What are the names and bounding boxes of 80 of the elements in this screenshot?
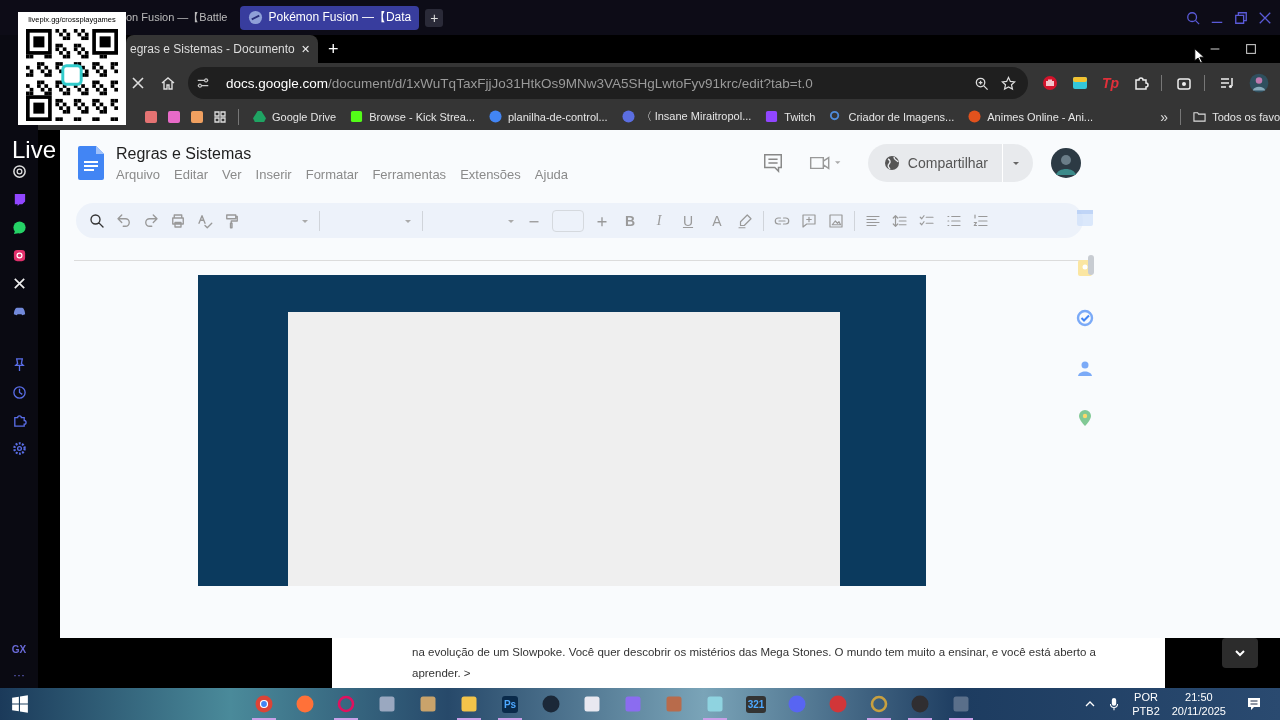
media-icon[interactable] (1219, 75, 1236, 91)
add-comment-icon[interactable] (800, 211, 818, 230)
twitch-logo-icon (765, 110, 779, 123)
gx-badge[interactable]: GX (11, 644, 27, 655)
extension-icon[interactable] (1072, 75, 1088, 91)
apps-grid-icon[interactable] (214, 110, 226, 123)
tab-title: egras e Sistemas - Documento (130, 42, 295, 56)
brand-text: Live (12, 136, 57, 164)
comment-icon[interactable] (761, 152, 784, 174)
tasks-icon[interactable] (1075, 308, 1095, 328)
user-avatar[interactable] (1051, 148, 1081, 178)
paint-roller-icon[interactable] (223, 211, 241, 230)
new-tab-button[interactable]: + (328, 38, 339, 60)
menu-item[interactable]: Inserir (255, 166, 292, 182)
bookmark[interactable]: Google Drive (253, 110, 337, 123)
notification-icon[interactable] (1246, 696, 1262, 712)
paragraph-line: aprender. > (412, 666, 472, 681)
close-icon[interactable] (1258, 10, 1272, 25)
globe-icon (883, 155, 900, 171)
new-tab-button[interactable]: + (425, 8, 444, 27)
maximize-icon[interactable] (1244, 42, 1258, 56)
bookmark[interactable]: Browse - Kick Strea... (350, 110, 475, 123)
bookmark-icon[interactable] (168, 110, 180, 123)
highlighter-icon[interactable] (736, 211, 754, 230)
paragraph-line: na evolução de um Slowpoke. Você quer descobrir os mistérios das Mega Stones. O mundo tem muito a ensinar, e você está aberto a (412, 645, 1097, 660)
clock-icon[interactable] (11, 385, 27, 400)
chatbot-icon[interactable] (11, 164, 27, 179)
whatsapp-icon[interactable] (11, 220, 27, 235)
input-language[interactable]: POR PTB2 (1132, 690, 1160, 718)
undo-icon[interactable] (115, 211, 133, 230)
chrome-app-icon (254, 694, 274, 714)
browser-tab[interactable]: egras e Sistemas - Documento ✕ (126, 35, 318, 63)
bookmark[interactable]: Twitch (765, 110, 816, 123)
site-settings-icon[interactable] (196, 76, 210, 90)
home-icon[interactable] (160, 75, 176, 91)
docs-logo-icon[interactable] (78, 146, 104, 180)
print-icon[interactable] (169, 211, 187, 230)
image-icon[interactable] (827, 211, 845, 230)
profile-avatar[interactable] (1249, 73, 1270, 93)
star-icon[interactable] (1001, 75, 1016, 91)
search-icon[interactable] (88, 211, 106, 230)
bookmark[interactable]: planilha-de-control... (488, 110, 608, 123)
share-button[interactable]: Compartilhar (867, 144, 1033, 182)
redo-icon[interactable] (142, 211, 160, 230)
address-bar[interactable]: docs.google.com/document/d/1xWuTqTaxFjjJo31HtkOs9MNw3VA5SHgLwtoFyv91krc/edit?tab=t.0 (188, 67, 1028, 99)
menu-item[interactable]: Ajuda (534, 166, 569, 182)
instagram-icon[interactable] (11, 248, 27, 263)
browser-tab[interactable]: on Fusion —【Battle (126, 5, 232, 30)
taskbar-app[interactable]: 321 (740, 688, 772, 720)
clock[interactable]: 21:50 20/11/2025 (1171, 690, 1226, 718)
bookmark-icon[interactable] (191, 110, 203, 123)
more-bookmarks-button[interactable]: » (1160, 108, 1169, 125)
camera-icon[interactable] (1176, 75, 1193, 91)
settings-icon[interactable] (11, 441, 27, 456)
puzzle-icon[interactable] (1133, 75, 1150, 91)
bookmark[interactable]: 〈 Insane Miraitropol... (621, 109, 752, 124)
bookmark[interactable]: Animes Online - Ani... (968, 110, 1094, 123)
more-button[interactable]: ··· (13, 668, 25, 682)
all-bookmarks-folder[interactable]: Todos os favo (1193, 110, 1280, 123)
folder-icon (1193, 110, 1207, 123)
stop-icon[interactable] (130, 75, 146, 91)
kick-logo-icon (350, 110, 364, 123)
x-icon[interactable] (11, 276, 27, 291)
url-text: docs.google.com/document/d/1xWuTqTaxFjjJo31HtkOs9MNw3VA5SHgLwtoFyv91krc/edit?tab=t.0 (226, 75, 814, 91)
browser-tab[interactable]: Pokémon Fusion —【Data (239, 5, 420, 30)
zoom-icon[interactable] (974, 75, 989, 91)
close-tab-button[interactable]: ✕ (301, 42, 310, 56)
drive-logo-icon (253, 110, 266, 123)
scroll-down-button[interactable] (1222, 638, 1258, 668)
bookmark-icon[interactable] (145, 110, 157, 123)
chevron-down-icon (1234, 647, 1246, 659)
puzzle-icon[interactable] (11, 413, 27, 428)
taskbar-app[interactable]: Ps (494, 688, 526, 720)
scrollbar[interactable] (1088, 255, 1094, 275)
restore-icon[interactable] (1234, 10, 1248, 25)
document-title[interactable]: Regras e Sistemas (116, 144, 252, 163)
bookmark[interactable]: Criador de Imagens... (829, 110, 955, 123)
windows-start-icon[interactable] (11, 695, 29, 713)
font-size-field[interactable] (552, 209, 584, 232)
microphone-icon[interactable] (1108, 697, 1121, 711)
